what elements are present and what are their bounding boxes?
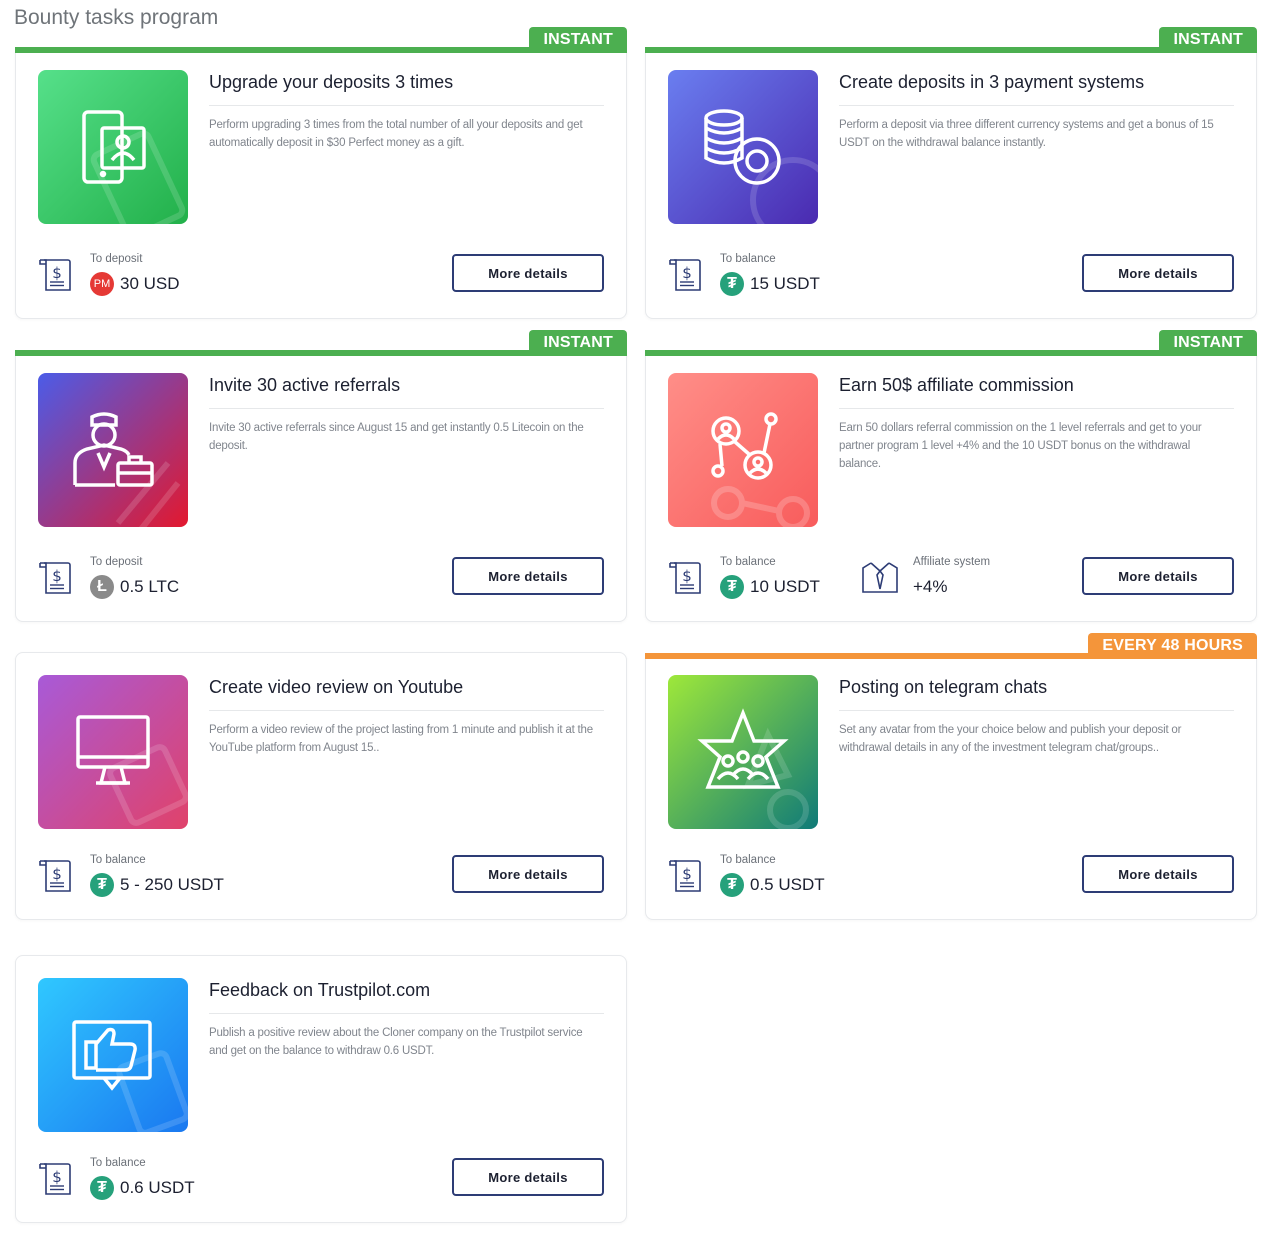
reward-label: To balance	[90, 854, 146, 866]
affiliate-value: +4%	[913, 577, 948, 596]
star-group-icon	[668, 675, 818, 829]
card-description: Earn 50 dollars referral commission on t…	[839, 422, 1202, 470]
task-card-upgrade-deposits: INSTANT Upgrade your deposits 3 times Pe…	[15, 27, 627, 319]
card-description: Perform a deposit via three different cu…	[839, 119, 1214, 149]
more-details-button[interactable]: More details	[1082, 557, 1234, 595]
instant-badge: INSTANT	[529, 27, 627, 53]
card-description: Set any avatar from the your choice belo…	[839, 724, 1182, 754]
card-title: Create video review on Youtube	[209, 677, 604, 711]
usdt-coin-icon: ₮	[720, 272, 744, 296]
task-card-affiliate-commission: INSTANT Earn 50$ affiliate commission Ea…	[645, 330, 1257, 622]
task-card-create-deposits: INSTANT Create deposits in 3 payment sys…	[645, 27, 1257, 319]
card-title: Posting on telegram chats	[839, 677, 1234, 711]
more-details-button[interactable]: More details	[452, 254, 604, 292]
card-description: Perform a video review of the project la…	[209, 724, 593, 754]
card-description: Invite 30 active referrals since August …	[209, 422, 584, 452]
card-title: Invite 30 active referrals	[209, 375, 604, 409]
card-title: Upgrade your deposits 3 times	[209, 72, 604, 106]
reward-value: 30 USD	[120, 274, 180, 293]
usdt-coin-icon: ₮	[720, 873, 744, 897]
thumbs-up-icon	[38, 978, 188, 1132]
shirt-tie-icon	[862, 562, 898, 593]
every-48-hours-badge: EVERY 48 HOURS	[1088, 633, 1257, 659]
instant-badge: INSTANT	[1159, 27, 1257, 53]
receipt-dollar-icon	[668, 256, 706, 294]
more-details-button[interactable]: More details	[452, 1158, 604, 1196]
reward: To balance ₮ 0.6 USDT	[38, 1156, 238, 1200]
reward-label: To balance	[90, 1157, 146, 1169]
coin-stack-icon	[668, 70, 818, 224]
card-title: Create deposits in 3 payment systems	[839, 72, 1234, 106]
monitor-icon	[38, 675, 188, 829]
page-title: Bounty tasks program	[14, 6, 219, 29]
card-title: Earn 50$ affiliate commission	[839, 375, 1234, 409]
reward-label: To deposit	[90, 556, 143, 568]
reward-label: To balance	[720, 556, 776, 568]
reward-label: To balance	[720, 253, 776, 265]
task-card-video-review: Create video review on Youtube Perform a…	[15, 652, 627, 920]
more-details-button[interactable]: More details	[1082, 254, 1234, 292]
affiliate-reward: Affiliate system +4%	[861, 555, 1021, 599]
network-people-icon	[668, 373, 818, 527]
receipt-dollar-icon	[668, 857, 706, 895]
affiliate-label: Affiliate system	[913, 556, 991, 568]
card-description: Publish a positive review about the Clon…	[209, 1027, 583, 1057]
card-title: Feedback on Trustpilot.com	[209, 980, 604, 1014]
reward-value: 0.6 USDT	[120, 1178, 195, 1197]
reward-value: 15 USDT	[750, 274, 820, 293]
manager-briefcase-icon	[38, 373, 188, 527]
more-details-button[interactable]: More details	[452, 855, 604, 893]
receipt-dollar-icon	[38, 559, 76, 597]
task-card-trustpilot-feedback: Feedback on Trustpilot.com Publish a pos…	[15, 955, 627, 1223]
receipt-dollar-icon	[38, 256, 76, 294]
reward: To balance ₮ 10 USDT	[668, 555, 868, 599]
reward: To balance ₮ 15 USDT	[668, 252, 868, 296]
usdt-coin-icon: ₮	[720, 575, 744, 599]
reward-label: To deposit	[90, 253, 143, 265]
usdt-coin-icon: ₮	[90, 1176, 114, 1200]
phone-user-icon	[38, 70, 188, 224]
pm-coin-icon: PM	[90, 272, 114, 296]
instant-badge: INSTANT	[529, 330, 627, 356]
reward-value: 0.5 LTC	[120, 577, 180, 596]
reward: To deposit Ł 0.5 LTC	[38, 555, 238, 599]
reward-value: 0.5 USDT	[750, 875, 825, 894]
usdt-coin-icon: ₮	[90, 873, 114, 897]
reward: To balance ₮ 0.5 USDT	[668, 853, 868, 897]
reward: To deposit PM 30 USD	[38, 252, 238, 296]
ltc-coin-icon: Ł	[90, 575, 114, 599]
reward-value: 5 - 250 USDT	[120, 875, 224, 894]
more-details-button[interactable]: More details	[452, 557, 604, 595]
reward-label: To balance	[720, 854, 776, 866]
instant-badge: INSTANT	[1159, 330, 1257, 356]
reward-value: 10 USDT	[750, 577, 820, 596]
receipt-dollar-icon	[38, 857, 76, 895]
more-details-button[interactable]: More details	[1082, 855, 1234, 893]
receipt-dollar-icon	[668, 559, 706, 597]
task-card-telegram-posting: EVERY 48 HOURS Posting on telegram chats…	[645, 633, 1257, 920]
receipt-dollar-icon	[38, 1160, 76, 1198]
reward: To balance ₮ 5 - 250 USDT	[38, 853, 238, 897]
card-description: Perform upgrading 3 times from the total…	[209, 119, 583, 149]
task-card-invite-referrals: INSTANT Invite 30 active referrals Invit…	[15, 330, 627, 622]
